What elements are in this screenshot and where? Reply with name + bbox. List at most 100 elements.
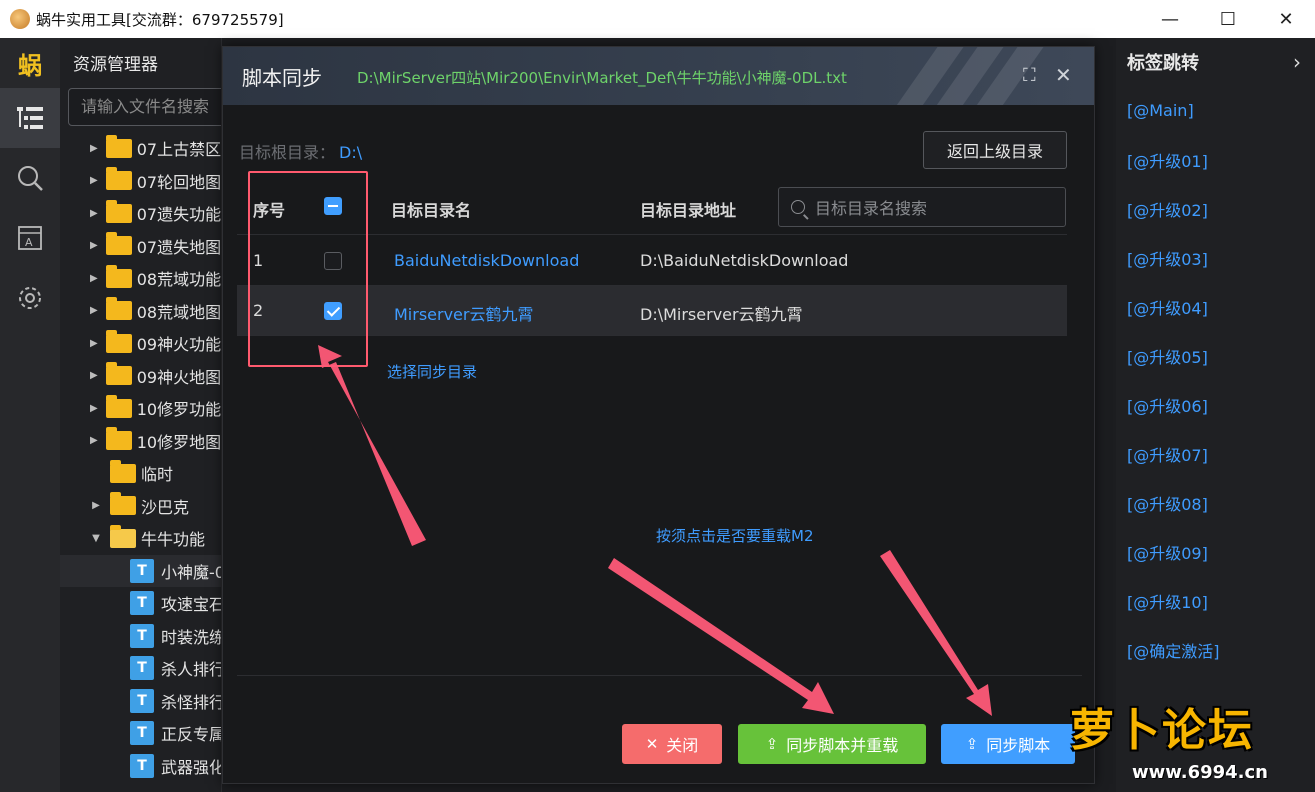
tag-link[interactable]: [@升级07] xyxy=(1116,429,1315,478)
close-window-button[interactable]: ✕ xyxy=(1257,0,1315,38)
tag-link[interactable]: [@升级06] xyxy=(1116,380,1315,429)
tag-link[interactable]: [@升级03] xyxy=(1116,233,1315,282)
resource-explorer: 资源管理器 请输入文件名搜索 ▶ 07上古禁区 ▶ 07轮回地图 ▶ 07遗失功能 ▶… xyxy=(60,38,222,792)
file-label: 杀怪排行 xyxy=(161,692,222,712)
tag-link[interactable]: [@升级05] xyxy=(1116,331,1315,380)
text-file-icon: T xyxy=(130,656,154,681)
caret-right-icon[interactable]: ▶ xyxy=(90,338,98,349)
caret-right-icon[interactable]: ▶ xyxy=(90,175,98,186)
folder-icon xyxy=(105,167,132,191)
tree-folder-expanded[interactable]: ▼ 牛牛功能 xyxy=(60,522,221,555)
dialog-close-icon[interactable]: ✕ xyxy=(1055,63,1072,87)
tag-jump-panel: 标签跳转 › [@Main] [@升级01] [@升级02] [@升级03] [… xyxy=(1116,38,1315,792)
sync-and-reload-button[interactable]: ⇪ 同步脚本并重载 xyxy=(738,724,926,764)
caret-right-icon[interactable]: ▶ xyxy=(90,208,98,219)
directory-search-input[interactable]: 目标目录名搜索 xyxy=(778,187,1066,227)
folder-icon xyxy=(105,394,132,418)
folder-label: 临时 xyxy=(141,465,174,485)
caret-right-icon[interactable]: ▶ xyxy=(90,403,98,414)
folder-label: 08荒域功能 xyxy=(136,270,222,290)
activity-rail: 蜗 A xyxy=(0,38,60,792)
text-file-icon: T xyxy=(130,753,154,778)
tree-file[interactable]: T 正反专属 xyxy=(60,717,221,750)
tree-folder[interactable]: ▶ 09神火地图 xyxy=(60,360,221,393)
tree-list-icon[interactable] xyxy=(0,88,60,148)
tree-folder[interactable]: ▶ 沙巴克 xyxy=(60,490,221,523)
folder-label: 08荒域地图 xyxy=(136,302,222,322)
tag-link[interactable]: [@升级10] xyxy=(1116,576,1315,625)
file-tree: ▶ 07上古禁区 ▶ 07轮回地图 ▶ 07遗失功能 ▶ 07遗失地图 ▶ 08荒域功能 … xyxy=(60,132,221,782)
tree-folder[interactable]: ▶ 08荒域地图 xyxy=(60,295,221,328)
tree-folder[interactable]: ▶ 08荒域功能 xyxy=(60,262,221,295)
caret-right-icon[interactable]: ▶ xyxy=(90,370,98,381)
tree-file[interactable]: T 杀人排行 xyxy=(60,652,221,685)
caret-right-icon[interactable]: ▶ xyxy=(90,240,98,251)
tree-file[interactable]: T 杀怪排行 xyxy=(60,685,221,718)
folder-icon xyxy=(105,297,132,321)
maximize-button[interactable]: ☐ xyxy=(1199,0,1257,38)
script-sync-dialog: 脚本同步 D:\MirServer四站\Mir200\Envir\Market_… xyxy=(222,46,1095,784)
tag-panel-title: 标签跳转 xyxy=(1127,53,1199,74)
caret-right-icon[interactable]: ▶ xyxy=(90,500,102,511)
tag-link[interactable]: [@升级02] xyxy=(1116,184,1315,233)
tree-file[interactable]: T 武器强化 xyxy=(60,750,221,783)
folder-label: 10修罗功能 xyxy=(136,400,222,420)
chevron-right-icon[interactable]: › xyxy=(1293,50,1301,74)
folder-icon xyxy=(105,134,132,158)
tree-folder[interactable]: ▶ 10修罗地图 xyxy=(60,425,221,458)
upload-cloud-icon: ⇪ xyxy=(765,735,779,753)
tree-file[interactable]: T 攻速宝石 xyxy=(60,587,221,620)
row-dir-name[interactable]: BaiduNetdiskDownload xyxy=(394,251,579,270)
folder-icon xyxy=(110,459,136,483)
minimize-button[interactable]: — xyxy=(1141,0,1199,38)
tag-link[interactable]: [@升级01] xyxy=(1116,135,1315,184)
folder-icon xyxy=(105,329,132,353)
folder-icon xyxy=(105,362,132,386)
tree-folder[interactable]: ▶ 07轮回地图 xyxy=(60,165,221,198)
tree-folder[interactable]: ▶ 07遗失功能 xyxy=(60,197,221,230)
close-button[interactable]: ✕ 关闭 xyxy=(622,724,722,764)
watermark-url: www.6994.cn xyxy=(1132,762,1268,783)
row-dir-path: D:\BaiduNetdiskDownload xyxy=(640,251,849,270)
caret-right-icon[interactable]: ▶ xyxy=(90,305,98,316)
annotation-reload-hint: 按须点击是否要重载M2 xyxy=(656,527,814,545)
tree-file[interactable]: T 时装洗练 xyxy=(60,620,221,653)
caret-right-icon[interactable]: ▶ xyxy=(90,143,98,154)
folder-open-icon xyxy=(110,524,136,548)
close-icon: ✕ xyxy=(645,735,659,753)
window-controls: — ☐ ✕ xyxy=(1141,0,1315,38)
fullscreen-icon[interactable]: ⛶ xyxy=(1023,65,1036,86)
text-file-icon: T xyxy=(130,721,154,746)
tree-folder[interactable]: ▶ 07遗失地图 xyxy=(60,230,221,263)
folder-icon xyxy=(105,232,132,256)
row-dir-name[interactable]: Mirserver云鹤九霄 xyxy=(394,301,533,325)
back-to-parent-button[interactable]: 返回上级目录 xyxy=(923,131,1067,169)
sync-label: 同步脚本 xyxy=(986,736,1051,755)
tree-folder[interactable]: ▶ 10修罗功能 xyxy=(60,392,221,425)
brand-logo: 蜗 xyxy=(18,51,42,80)
tree-folder[interactable]: ▶临时 xyxy=(60,457,221,490)
search-icon[interactable] xyxy=(0,148,60,208)
sync-reload-label: 同步脚本并重载 xyxy=(786,736,899,755)
tag-link[interactable]: [@升级08] xyxy=(1116,478,1315,527)
tree-folder[interactable]: ▶ 09神火功能 xyxy=(60,327,221,360)
tag-link[interactable]: [@Main] xyxy=(1116,86,1315,135)
tag-link[interactable]: [@升级04] xyxy=(1116,282,1315,331)
folder-label: 沙巴克 xyxy=(141,497,190,517)
tree-folder[interactable]: ▶ 07上古禁区 xyxy=(60,132,221,165)
sync-script-button[interactable]: ⇪ 同步脚本 xyxy=(941,724,1075,764)
tag-link[interactable]: [@确定激活] xyxy=(1116,625,1315,674)
folder-label: 09神火地图 xyxy=(136,367,222,387)
caret-right-icon[interactable]: ▶ xyxy=(90,273,98,284)
caret-right-icon[interactable]: ▶ xyxy=(90,435,98,446)
gear-icon[interactable] xyxy=(0,268,60,328)
folder-label: 09神火功能 xyxy=(136,335,222,355)
font-icon[interactable]: A xyxy=(0,208,60,268)
tree-file[interactable]: T 小神魔-0DL xyxy=(60,554,221,587)
tag-link[interactable]: [@升级09] xyxy=(1116,527,1315,576)
file-search-input[interactable]: 请输入文件名搜索 xyxy=(68,88,221,126)
window-title: 蜗牛实用工具[交流群：679725579] xyxy=(36,10,284,29)
folder-label: 07轮回地图 xyxy=(136,172,222,192)
file-label: 武器强化 xyxy=(161,757,222,777)
caret-down-icon[interactable]: ▼ xyxy=(90,533,102,544)
